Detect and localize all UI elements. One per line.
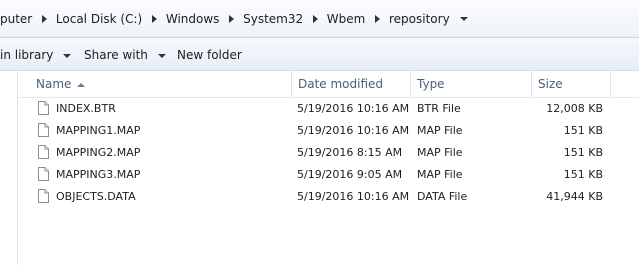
file-list: INDEX.BTR 5/19/2016 10:16 AM BTR File 12… [18,98,639,208]
document-icon [38,167,49,181]
breadcrumb-item-windows[interactable]: Windows [166,12,220,26]
file-row[interactable]: MAPPING3.MAP 5/19/2016 9:05 AM MAP File … [18,164,639,186]
document-icon [38,101,49,115]
file-type: DATA File [417,190,468,203]
column-header-name-label: Name [36,77,72,91]
include-in-library-button[interactable]: in library [0,48,72,62]
column-header-name[interactable]: Name [30,71,291,97]
column-header-date-label: Date modified [298,77,384,91]
file-name: INDEX.BTR [56,102,116,115]
address-dropdown-icon[interactable] [459,16,468,21]
file-row[interactable]: OBJECTS.DATA 5/19/2016 10:16 AM DATA Fil… [18,186,639,208]
column-header-size[interactable]: Size [531,71,611,97]
chevron-right-icon[interactable] [42,14,48,23]
new-folder-label: New folder [177,48,242,62]
document-icon [38,189,49,203]
file-row[interactable]: INDEX.BTR 5/19/2016 10:16 AM BTR File 12… [18,98,639,120]
command-bar: in library Share with New folder [0,38,639,71]
chevron-right-icon[interactable] [375,14,381,23]
navigation-pane[interactable] [0,71,18,265]
column-header-size-label: Size [538,77,563,91]
file-size: 41,944 KB [546,190,603,203]
chevron-right-icon[interactable] [312,14,318,23]
breadcrumb-item-wbem[interactable]: Wbem [327,12,366,26]
file-size: 151 KB [563,146,603,159]
file-type: BTR File [417,102,461,115]
dropdown-arrow-icon [63,53,72,58]
file-size: 12,008 KB [546,102,603,115]
file-name: OBJECTS.DATA [56,190,136,203]
breadcrumb-item-local-disk[interactable]: Local Disk (C:) [56,12,142,26]
address-bar[interactable]: puter Local Disk (C:) Windows System32 W… [0,0,639,38]
file-row[interactable]: MAPPING2.MAP 5/19/2016 8:15 AM MAP File … [18,142,639,164]
file-name: MAPPING1.MAP [56,124,141,137]
column-header-date[interactable]: Date modified [291,71,410,97]
file-row[interactable]: MAPPING1.MAP 5/19/2016 10:16 AM MAP File… [18,120,639,142]
breadcrumb-item-system32[interactable]: System32 [243,12,303,26]
file-name: MAPPING3.MAP [56,168,141,181]
sort-ascending-icon [77,82,86,87]
file-date: 5/19/2016 10:16 AM [297,124,410,137]
share-with-button[interactable]: Share with [84,48,166,62]
file-type: MAP File [417,124,463,137]
column-header: Name Date modified Type Size [18,71,639,98]
file-date: 5/19/2016 9:05 AM [297,168,403,181]
file-type: MAP File [417,168,463,181]
document-icon [38,145,49,159]
file-date: 5/19/2016 10:16 AM [297,102,410,115]
file-date: 5/19/2016 8:15 AM [297,146,403,159]
file-size: 151 KB [563,124,603,137]
include-in-library-label: in library [0,48,54,62]
column-header-type-label: Type [417,77,445,91]
breadcrumb-item-computer[interactable]: puter [0,12,32,26]
file-type: MAP File [417,146,463,159]
breadcrumb: puter Local Disk (C:) Windows System32 W… [0,11,468,26]
file-date: 5/19/2016 10:16 AM [297,190,410,203]
column-header-type[interactable]: Type [410,71,531,97]
new-folder-button[interactable]: New folder [177,48,242,62]
share-with-label: Share with [84,48,148,62]
chevron-right-icon[interactable] [229,14,235,23]
document-icon [38,123,49,137]
file-size: 151 KB [563,168,603,181]
dropdown-arrow-icon [157,53,166,58]
chevron-right-icon[interactable] [152,14,158,23]
breadcrumb-item-repository[interactable]: repository [389,12,450,26]
file-name: MAPPING2.MAP [56,146,141,159]
